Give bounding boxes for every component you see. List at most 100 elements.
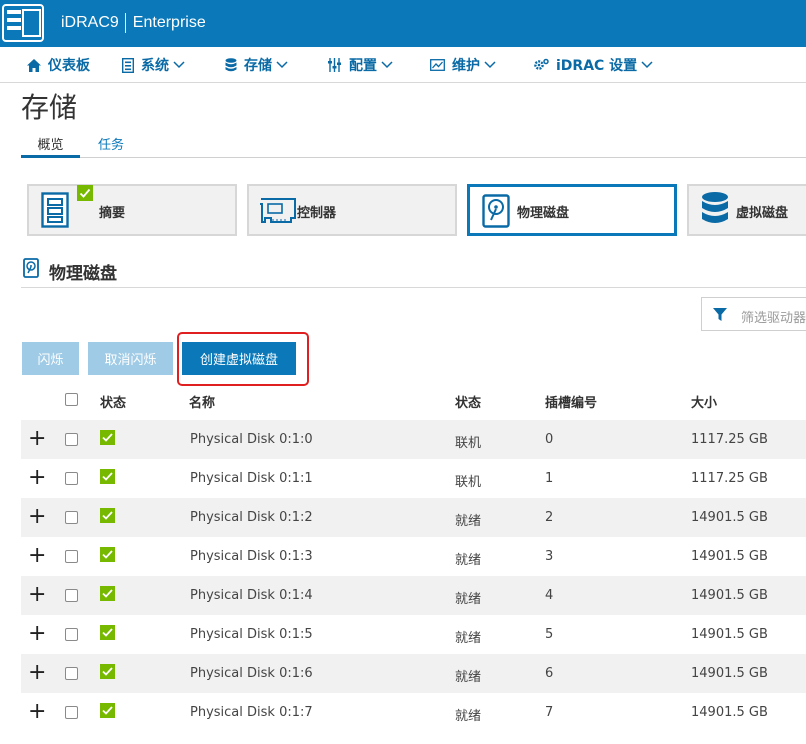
- header-name[interactable]: 名称: [189, 392, 215, 411]
- chevron-down-icon: [484, 61, 496, 69]
- table-row[interactable]: + Physical Disk 0:1:1 联机 1 1117.25 GB: [21, 459, 806, 498]
- summary-icon: [41, 192, 69, 228]
- virtual-disk-icon: [702, 192, 728, 223]
- disk-slot: 5: [545, 627, 554, 642]
- menu-idrac-settings[interactable]: iDRAC 设置: [533, 47, 653, 83]
- table-row[interactable]: + Physical Disk 0:1:7 就绪 7 14901.5 GB: [21, 693, 806, 732]
- disk-state: 就绪: [455, 592, 482, 607]
- table-row[interactable]: + Physical Disk 0:1:0 联机 0 1117.25 GB: [21, 420, 806, 459]
- expand-row-icon[interactable]: +: [28, 623, 46, 645]
- blink-button[interactable]: 闪烁: [22, 342, 79, 375]
- menu-dashboard[interactable]: 仪表板: [27, 47, 90, 83]
- monitor-icon: [430, 59, 445, 71]
- expand-row-icon[interactable]: +: [28, 701, 46, 723]
- row-checkbox[interactable]: [65, 433, 78, 446]
- disk-slot: 0: [545, 432, 554, 447]
- disk-name[interactable]: Physical Disk 0:1:6: [190, 666, 313, 681]
- expand-row-icon[interactable]: +: [28, 584, 46, 606]
- disk-state: 联机: [455, 475, 482, 490]
- row-checkbox[interactable]: [65, 511, 78, 524]
- row-checkbox[interactable]: [65, 706, 78, 719]
- disk-size: 14901.5 GB: [691, 510, 768, 525]
- select-all-checkbox[interactable]: [65, 393, 78, 406]
- menu-configuration[interactable]: 配置: [327, 47, 393, 83]
- row-checkbox[interactable]: [65, 472, 78, 485]
- section-divider: [21, 287, 806, 288]
- table-row[interactable]: + Physical Disk 0:1:4 就绪 4 14901.5 GB: [21, 576, 806, 615]
- disk-name[interactable]: Physical Disk 0:1:2: [190, 510, 313, 525]
- tile-controllers-label: 控制器: [297, 206, 337, 221]
- controller-card-icon: [260, 198, 296, 223]
- tile-virtual-disks[interactable]: 虚拟磁盘: [687, 184, 806, 236]
- menu-storage-label: 存储: [244, 58, 272, 74]
- disk-name[interactable]: Physical Disk 0:1:3: [190, 549, 313, 564]
- expand-row-icon[interactable]: +: [28, 545, 46, 567]
- disk-name[interactable]: Physical Disk 0:1:4: [190, 588, 313, 603]
- tile-physical-disks[interactable]: 物理磁盘: [467, 184, 677, 236]
- row-checkbox[interactable]: [65, 628, 78, 641]
- table-row[interactable]: + Physical Disk 0:1:2 就绪 2 14901.5 GB: [21, 498, 806, 537]
- physical-disk-icon: [482, 194, 510, 228]
- disk-name[interactable]: Physical Disk 0:1:5: [190, 627, 313, 642]
- page-title: 存储: [21, 91, 78, 124]
- disk-name[interactable]: Physical Disk 0:1:0: [190, 432, 313, 447]
- gear-icon: [534, 58, 549, 70]
- disk-size: 14901.5 GB: [691, 627, 768, 642]
- disk-name[interactable]: Physical Disk 0:1:7: [190, 705, 313, 720]
- highlight-annotation: [177, 332, 309, 386]
- tab-jobs[interactable]: 任务: [98, 134, 124, 153]
- menu-storage[interactable]: 存储: [225, 47, 288, 83]
- unblink-button[interactable]: 取消闪烁: [88, 342, 173, 375]
- table-row[interactable]: + Physical Disk 0:1:6 就绪 6 14901.5 GB: [21, 654, 806, 693]
- disk-size: 1117.25 GB: [691, 471, 768, 486]
- expand-row-icon[interactable]: +: [28, 467, 46, 489]
- status-ok-icon: [100, 703, 115, 718]
- row-checkbox[interactable]: [65, 589, 78, 602]
- disk-state: 就绪: [455, 553, 482, 568]
- status-ok-icon: [100, 547, 115, 562]
- table-row[interactable]: + Physical Disk 0:1:3 就绪 3 14901.5 GB: [21, 537, 806, 576]
- disk-state: 就绪: [455, 631, 482, 646]
- server-logo-icon: [2, 4, 44, 42]
- disk-size: 1117.25 GB: [691, 432, 768, 447]
- table-header: 状态 名称 状态 插槽编号 大小: [21, 381, 806, 419]
- section-title: 物理磁盘: [49, 264, 117, 284]
- header-size[interactable]: 大小: [691, 392, 717, 411]
- header-status-icon[interactable]: 状态: [100, 392, 126, 411]
- header-state[interactable]: 状态: [455, 392, 481, 411]
- table-row[interactable]: + Physical Disk 0:1:5 就绪 5 14901.5 GB: [21, 615, 806, 654]
- expand-row-icon[interactable]: +: [28, 662, 46, 684]
- menu-system[interactable]: 系统: [122, 47, 185, 83]
- menu-idrac-settings-label: iDRAC 设置: [556, 58, 638, 74]
- status-ok-icon: [100, 586, 115, 601]
- header-slot[interactable]: 插槽编号: [545, 392, 597, 411]
- sub-tabs: 概览 任务: [21, 130, 806, 158]
- row-checkbox[interactable]: [65, 550, 78, 563]
- status-ok-icon: [100, 430, 115, 445]
- expand-row-icon[interactable]: +: [28, 506, 46, 528]
- disk-state: 就绪: [455, 670, 482, 685]
- menu-configuration-label: 配置: [349, 58, 377, 74]
- summary-status-ok-icon: [77, 185, 93, 201]
- expand-row-icon[interactable]: +: [28, 428, 46, 450]
- home-icon: [27, 58, 41, 72]
- sliders-icon: [328, 58, 341, 72]
- tab-overview[interactable]: 概览: [21, 134, 80, 158]
- chevron-down-icon: [173, 61, 185, 69]
- tile-controllers[interactable]: 控制器: [247, 184, 457, 236]
- server-icon: [122, 57, 134, 73]
- row-checkbox[interactable]: [65, 667, 78, 680]
- disk-size: 14901.5 GB: [691, 588, 768, 603]
- tile-virtual-disks-label: 虚拟磁盘: [736, 206, 789, 221]
- tile-summary[interactable]: 摘要: [27, 184, 237, 236]
- menu-system-label: 系统: [141, 58, 169, 74]
- filter-icon: [713, 308, 727, 321]
- disk-name[interactable]: Physical Disk 0:1:1: [190, 471, 313, 486]
- product-edition: Enterprise: [132, 14, 206, 31]
- disk-slot: 3: [545, 549, 554, 564]
- menu-dashboard-label: 仪表板: [48, 58, 90, 74]
- menu-maintenance[interactable]: 维护: [430, 47, 496, 83]
- filter-drives-input[interactable]: 筛选驱动器: [701, 297, 806, 331]
- disk-state: 联机: [455, 436, 482, 451]
- disk-slot: 1: [545, 471, 554, 486]
